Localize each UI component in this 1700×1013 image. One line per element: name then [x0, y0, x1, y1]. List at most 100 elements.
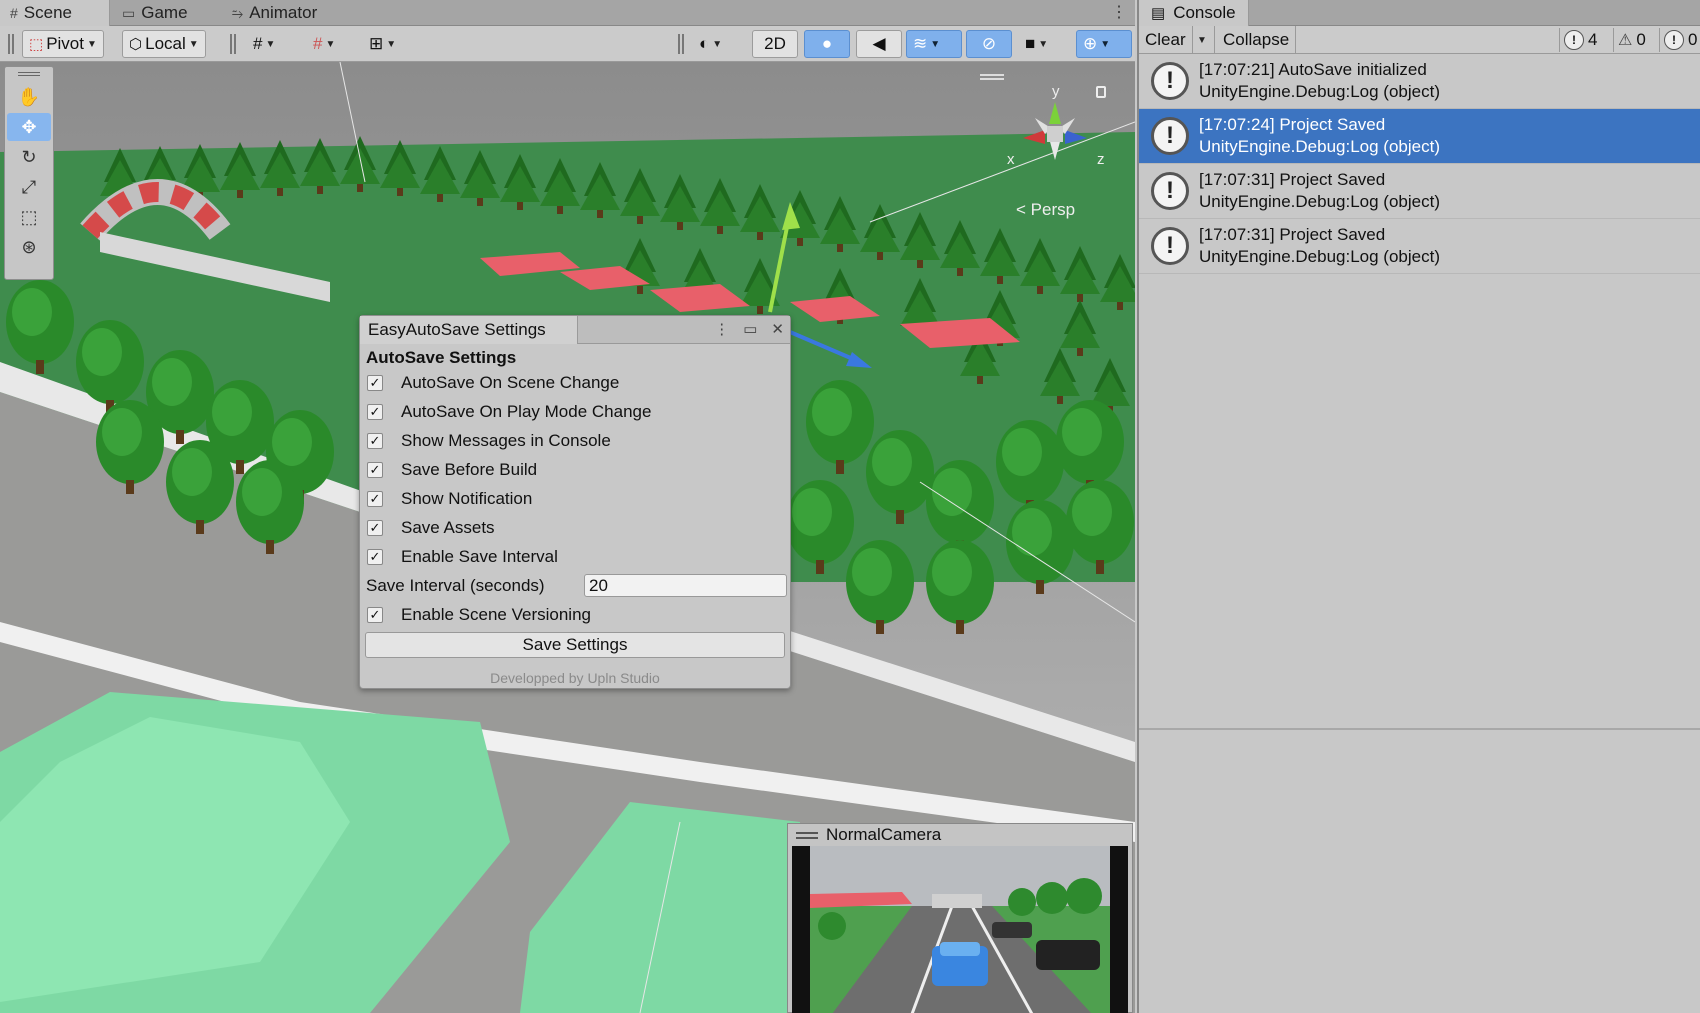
orientation-gizmo[interactable]: y x z	[1005, 82, 1125, 182]
effects-toggle[interactable]: ≋ ▼	[906, 30, 962, 58]
mode-2d-button[interactable]: 2D	[752, 30, 798, 58]
cube-icon: ⬡	[129, 36, 143, 53]
palette-handle[interactable]	[5, 67, 53, 81]
editor-tabbar: # Scene ▭ Game ⥲ Animator ⋮	[0, 0, 1135, 26]
rotate-tool-icon[interactable]: ↻	[7, 143, 51, 171]
save-interval-input[interactable]	[584, 574, 787, 597]
option-save-before-build[interactable]: ✓ Save Before Build	[360, 455, 790, 484]
shading-mode-button[interactable]: ◐ ▼	[692, 30, 729, 58]
console-panel: ▤ Console Clear ▼ Collapse ! 4 ⚠ 0 ! 0 !…	[1137, 0, 1700, 1013]
console-log-list: ! [17:07:21] AutoSave initialized UnityE…	[1139, 54, 1700, 274]
option-show-notification[interactable]: ✓ Show Notification	[360, 484, 790, 513]
visibility-toggle[interactable]: ⊘	[966, 30, 1012, 58]
option-show-messages-console[interactable]: ✓ Show Messages in Console	[360, 426, 790, 455]
error-count-toggle[interactable]: ! 0	[1659, 28, 1700, 52]
clear-options-dropdown[interactable]: ▼	[1191, 26, 1215, 54]
option-autosave-scene-change[interactable]: ✓ AutoSave On Scene Change	[360, 368, 790, 397]
settings-titlebar[interactable]: EasyAutoSave Settings ⋮ ▭ ✕	[360, 316, 790, 344]
mute-icon: ◀	[872, 34, 886, 53]
warning-icon: ⚠	[1618, 32, 1633, 49]
camera-preview-header[interactable]: NormalCamera	[788, 824, 1132, 846]
tab-animator[interactable]: ⥲ Animator	[222, 0, 327, 26]
transform-tool-icon[interactable]: ⊛	[7, 233, 51, 261]
checkbox-checked-icon[interactable]: ✓	[367, 403, 383, 420]
layers-icon: ≋	[913, 34, 928, 53]
collapse-toggle[interactable]: Collapse	[1217, 26, 1297, 54]
chevron-down-icon: ▼	[712, 38, 723, 50]
option-enable-scene-versioning[interactable]: ✓ Enable Scene Versioning	[360, 600, 790, 629]
animator-icon: ⥲	[232, 4, 244, 21]
drag-handle-icon[interactable]	[796, 831, 818, 839]
grid-visibility-button[interactable]: ⊞ ▼	[362, 30, 403, 58]
clear-button[interactable]: Clear	[1139, 26, 1193, 54]
toolbar-grip	[8, 34, 14, 54]
chevron-down-icon: ▼	[1197, 34, 1207, 46]
sphere-icon: ◐	[699, 34, 710, 53]
scene-panel: # Scene ▭ Game ⥲ Animator ⋮ ⬚ Pivot ▼ ⬡	[0, 0, 1135, 1013]
eye-hidden-icon: ⊘	[981, 34, 997, 53]
camera-dropdown[interactable]: ■ ▼	[1018, 30, 1055, 58]
chevron-down-icon: ▼	[188, 38, 199, 50]
chevron-down-icon: ▼	[386, 38, 397, 50]
console-icon: ▤	[1151, 5, 1166, 22]
audio-toggle[interactable]: ◀	[856, 30, 902, 58]
tab-scene[interactable]: # Scene	[0, 0, 110, 26]
save-interval-row: Save Interval (seconds)	[360, 571, 790, 600]
toolbar-grip	[230, 34, 236, 54]
camera-icon: ■	[1025, 34, 1036, 53]
camera-preview-title: NormalCamera	[826, 825, 942, 844]
console-tabbar: ▤ Console	[1139, 0, 1700, 26]
checkbox-checked-icon[interactable]: ✓	[367, 606, 383, 623]
save-settings-button[interactable]: Save Settings	[365, 632, 785, 658]
perspective-label[interactable]: < Persp	[1016, 200, 1075, 220]
log-entry[interactable]: ! [17:07:31] Project Saved UnityEngine.D…	[1139, 219, 1700, 274]
info-icon: !	[1151, 227, 1189, 265]
info-icon: !	[1151, 172, 1189, 210]
info-count-toggle[interactable]: ! 4	[1559, 28, 1601, 52]
chevron-down-icon: ▼	[930, 38, 941, 50]
gizmo-globe-icon: ⊕	[1083, 34, 1098, 53]
gizmos-toggle[interactable]: ⊕ ▼	[1076, 30, 1132, 58]
hand-tool-icon[interactable]: ✋	[7, 83, 51, 111]
lighting-toggle[interactable]: ●	[804, 30, 850, 58]
checkbox-checked-icon[interactable]: ✓	[367, 548, 383, 565]
log-entry[interactable]: ! [17:07:21] AutoSave initialized UnityE…	[1139, 54, 1700, 109]
warning-count-toggle[interactable]: ⚠ 0	[1613, 28, 1650, 52]
checkbox-checked-icon[interactable]: ✓	[367, 490, 383, 507]
tab-game[interactable]: ▭ Game	[112, 0, 198, 26]
tab-menu-icon[interactable]: ⋮	[1111, 2, 1127, 22]
checkbox-checked-icon[interactable]: ✓	[367, 519, 383, 536]
grid-snap-button[interactable]: # ▼	[246, 30, 282, 58]
checkbox-checked-icon[interactable]: ✓	[367, 461, 383, 478]
ruler-grid-icon: ⊞	[369, 34, 384, 53]
close-icon[interactable]: ✕	[771, 320, 784, 338]
checkbox-checked-icon[interactable]: ✓	[367, 432, 383, 449]
log-entry[interactable]: ! [17:07:24] Project Saved UnityEngine.D…	[1139, 109, 1700, 164]
move-tool-icon[interactable]: ✥	[7, 113, 51, 141]
info-icon: !	[1151, 62, 1189, 100]
chevron-down-icon: ▼	[86, 38, 97, 50]
increment-snap-button[interactable]: # ▼	[306, 30, 342, 58]
gizmo-z-label: z	[1097, 151, 1105, 168]
rect-tool-icon[interactable]: ⬚	[7, 203, 51, 231]
checkbox-checked-icon[interactable]: ✓	[367, 374, 383, 391]
light-bulb-icon: ●	[821, 34, 833, 53]
camera-preview: NormalCamera	[787, 823, 1133, 1013]
option-enable-save-interval[interactable]: ✓ Enable Save Interval	[360, 542, 790, 571]
option-autosave-play-mode-change[interactable]: ✓ AutoSave On Play Mode Change	[360, 397, 790, 426]
console-toolbar: Clear ▼ Collapse ! 4 ⚠ 0 ! 0	[1139, 26, 1700, 54]
viewport-menu-icon[interactable]	[980, 74, 1004, 80]
settings-window-title: EasyAutoSave Settings	[360, 316, 578, 344]
camera-preview-render	[792, 846, 1128, 1013]
pivot-dropdown[interactable]: ⬚ Pivot ▼	[22, 30, 104, 58]
maximize-icon[interactable]: ▭	[743, 320, 757, 338]
local-dropdown[interactable]: ⬡ Local ▼	[122, 30, 206, 58]
lock-icon[interactable]	[1096, 86, 1106, 98]
console-detail-divider[interactable]	[1139, 728, 1700, 730]
scale-tool-icon[interactable]: ⤢	[7, 173, 51, 201]
tab-console[interactable]: ▤ Console	[1139, 0, 1249, 26]
menu-dots-icon[interactable]: ⋮	[714, 320, 729, 338]
log-entry[interactable]: ! [17:07:31] Project Saved UnityEngine.D…	[1139, 164, 1700, 219]
gizmo-x-label: x	[1007, 151, 1015, 168]
option-save-assets[interactable]: ✓ Save Assets	[360, 513, 790, 542]
